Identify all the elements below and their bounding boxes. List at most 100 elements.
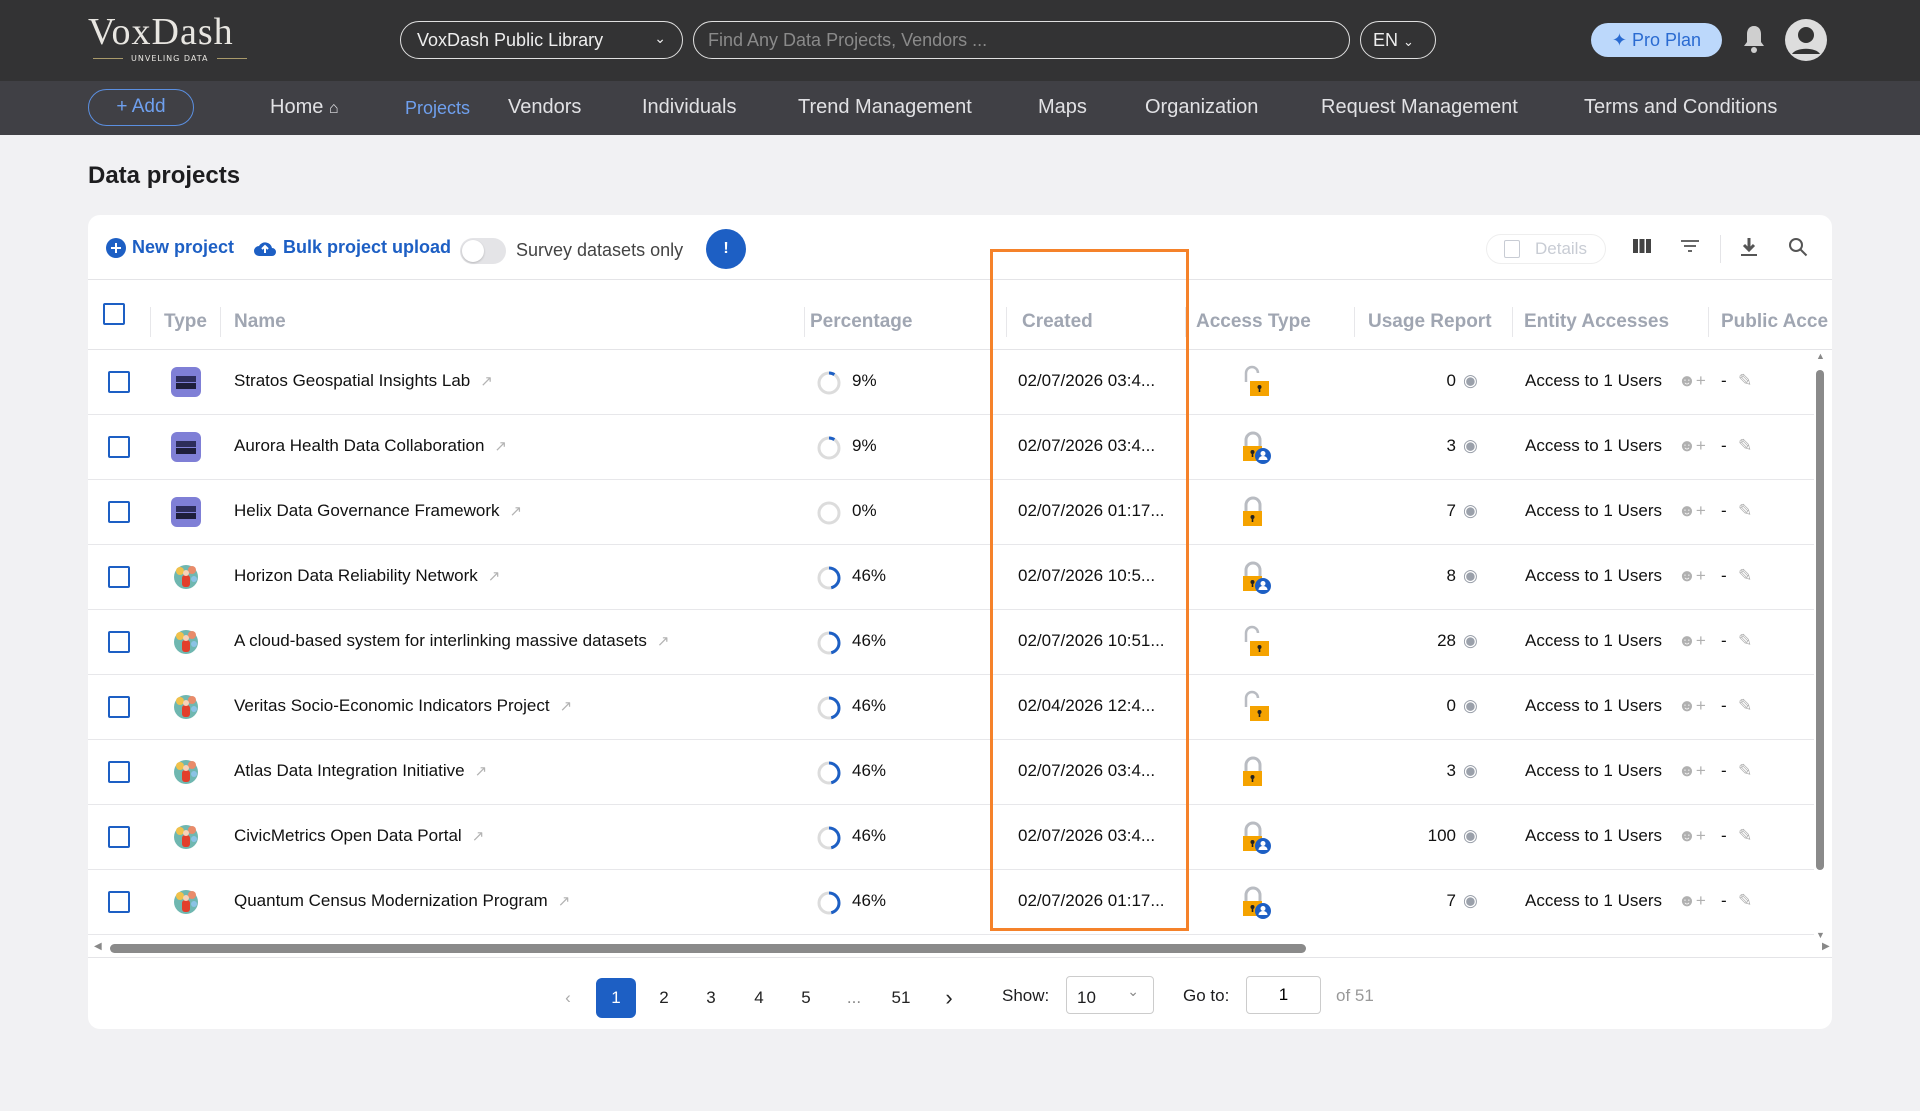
project-name[interactable]: Aurora Health Data Collaboration ↗ xyxy=(234,436,507,456)
goto-page-input[interactable] xyxy=(1246,976,1321,1014)
column-header-type[interactable]: Type xyxy=(164,311,207,333)
project-name[interactable]: Horizon Data Reliability Network ↗ xyxy=(234,566,500,586)
search-input[interactable] xyxy=(693,21,1350,59)
nav-home[interactable]: Home ⌂ xyxy=(270,96,339,119)
details-button[interactable]: Details xyxy=(1486,234,1606,264)
edit-icon[interactable]: ✎ xyxy=(1738,631,1752,651)
eye-icon[interactable]: ◉ xyxy=(1463,696,1478,716)
columns-icon[interactable] xyxy=(1632,237,1652,255)
external-link-icon[interactable]: ↗ xyxy=(480,373,493,390)
page-button[interactable]: 4 xyxy=(739,978,779,1018)
eye-icon[interactable]: ◉ xyxy=(1463,371,1478,391)
page-ellipsis[interactable]: ... xyxy=(834,978,874,1018)
nav-organization[interactable]: Organization xyxy=(1145,96,1258,119)
row-checkbox[interactable] xyxy=(108,631,130,653)
column-header-name[interactable]: Name xyxy=(234,311,286,333)
survey-toggle[interactable] xyxy=(460,238,506,264)
external-link-icon[interactable]: ↗ xyxy=(494,438,507,455)
table-row[interactable]: CivicMetrics Open Data Portal ↗ 46% 02/07/2… xyxy=(88,805,1814,870)
project-name[interactable]: Stratos Geospatial Insights Lab ↗ xyxy=(234,371,493,391)
project-name[interactable]: CivicMetrics Open Data Portal ↗ xyxy=(234,826,484,846)
column-header-entity-accesses[interactable]: Entity Accesses xyxy=(1524,311,1669,333)
eye-icon[interactable]: ◉ xyxy=(1463,891,1478,911)
row-checkbox[interactable] xyxy=(108,436,130,458)
library-select[interactable]: VoxDash Public Library ⌄ xyxy=(400,21,683,59)
table-row[interactable]: Stratos Geospatial Insights Lab ↗ 9% 02/07/… xyxy=(88,350,1814,415)
filter-icon[interactable] xyxy=(1680,237,1700,255)
eye-icon[interactable]: ◉ xyxy=(1463,631,1478,651)
horizontal-scrollbar[interactable]: ◀ ▶ xyxy=(94,941,1830,955)
project-name[interactable]: Veritas Socio-Economic Indicators Projec… xyxy=(234,696,572,716)
external-link-icon[interactable]: ↗ xyxy=(509,503,522,520)
table-row[interactable]: Horizon Data Reliability Network ↗ 46% 02/0… xyxy=(88,545,1814,610)
table-row[interactable]: Veritas Socio-Economic Indicators Projec… xyxy=(88,675,1814,740)
project-name[interactable]: A cloud-based system for interlinking ma… xyxy=(234,631,670,651)
table-row[interactable]: Aurora Health Data Collaboration ↗ 9% 02/07… xyxy=(88,415,1814,480)
column-header-percentage[interactable]: Percentage xyxy=(810,311,912,333)
nav-terms[interactable]: Terms and Conditions xyxy=(1584,96,1777,119)
row-checkbox[interactable] xyxy=(108,761,130,783)
add-user-icon[interactable]: ☻+ xyxy=(1678,631,1706,651)
add-user-icon[interactable]: ☻+ xyxy=(1678,891,1706,911)
nav-request-management[interactable]: Request Management xyxy=(1321,96,1518,119)
page-button[interactable]: 1 xyxy=(596,978,636,1018)
edit-icon[interactable]: ✎ xyxy=(1738,501,1752,521)
language-select[interactable]: EN ⌄ xyxy=(1360,21,1436,59)
nav-projects[interactable]: Projects xyxy=(405,98,470,119)
table-row[interactable]: Atlas Data Integration Initiative ↗ 46% 02/… xyxy=(88,740,1814,805)
column-header-public-access[interactable]: Public Acce xyxy=(1721,311,1832,333)
table-row[interactable]: A cloud-based system for interlinking ma… xyxy=(88,610,1814,675)
nav-maps[interactable]: Maps xyxy=(1038,96,1087,119)
page-button[interactable]: 51 xyxy=(881,978,921,1018)
project-name[interactable]: Helix Data Governance Framework ↗ xyxy=(234,501,522,521)
page-button[interactable]: 2 xyxy=(644,978,684,1018)
search-icon[interactable] xyxy=(1788,237,1808,257)
external-link-icon[interactable]: ↗ xyxy=(657,633,670,650)
row-checkbox[interactable] xyxy=(108,891,130,913)
external-link-icon[interactable]: ↗ xyxy=(558,893,571,910)
nav-vendors[interactable]: Vendors xyxy=(508,96,581,119)
page-size-select[interactable]: 10 ⌄ xyxy=(1066,976,1154,1014)
external-link-icon[interactable]: ↗ xyxy=(488,568,501,585)
row-checkbox[interactable] xyxy=(108,826,130,848)
edit-icon[interactable]: ✎ xyxy=(1738,891,1752,911)
bell-icon[interactable] xyxy=(1742,24,1766,54)
row-checkbox[interactable] xyxy=(108,696,130,718)
external-link-icon[interactable]: ↗ xyxy=(472,828,485,845)
external-link-icon[interactable]: ↗ xyxy=(475,763,488,780)
add-user-icon[interactable]: ☻+ xyxy=(1678,436,1706,456)
column-header-access-type[interactable]: Access Type xyxy=(1196,311,1311,333)
eye-icon[interactable]: ◉ xyxy=(1463,501,1478,521)
nav-trend-management[interactable]: Trend Management xyxy=(798,96,972,119)
new-project-button[interactable]: New project xyxy=(106,237,234,258)
table-row[interactable]: Helix Data Governance Framework ↗ 0% 02/07/… xyxy=(88,480,1814,545)
logo[interactable]: VoxDash UNVELING DATA xyxy=(88,12,263,63)
add-user-icon[interactable]: ☻+ xyxy=(1678,501,1706,521)
edit-icon[interactable]: ✎ xyxy=(1738,826,1752,846)
eye-icon[interactable]: ◉ xyxy=(1463,566,1478,586)
eye-icon[interactable]: ◉ xyxy=(1463,761,1478,781)
eye-icon[interactable]: ◉ xyxy=(1463,826,1478,846)
row-checkbox[interactable] xyxy=(108,501,130,523)
info-icon[interactable]: ! xyxy=(706,229,746,269)
column-header-created[interactable]: Created xyxy=(1022,311,1093,333)
column-header-usage-report[interactable]: Usage Report xyxy=(1368,311,1492,333)
project-name[interactable]: Atlas Data Integration Initiative ↗ xyxy=(234,761,487,781)
add-user-icon[interactable]: ☻+ xyxy=(1678,826,1706,846)
download-icon[interactable] xyxy=(1740,237,1758,257)
row-checkbox[interactable] xyxy=(108,566,130,588)
bulk-upload-button[interactable]: Bulk project upload xyxy=(253,237,451,258)
page-button[interactable]: 3 xyxy=(691,978,731,1018)
vertical-scrollbar[interactable]: ▲ ▼ xyxy=(1814,351,1826,940)
next-page-button[interactable]: › xyxy=(929,978,969,1018)
edit-icon[interactable]: ✎ xyxy=(1738,371,1752,391)
select-all-checkbox[interactable] xyxy=(103,303,125,325)
nav-individuals[interactable]: Individuals xyxy=(642,96,737,119)
project-name[interactable]: Quantum Census Modernization Program ↗ xyxy=(234,891,570,911)
add-button[interactable]: + Add xyxy=(88,89,194,126)
table-row[interactable]: Quantum Census Modernization Program ↗ 46%… xyxy=(88,870,1814,935)
edit-icon[interactable]: ✎ xyxy=(1738,761,1752,781)
avatar[interactable] xyxy=(1784,18,1828,62)
page-button[interactable]: 5 xyxy=(786,978,826,1018)
eye-icon[interactable]: ◉ xyxy=(1463,436,1478,456)
